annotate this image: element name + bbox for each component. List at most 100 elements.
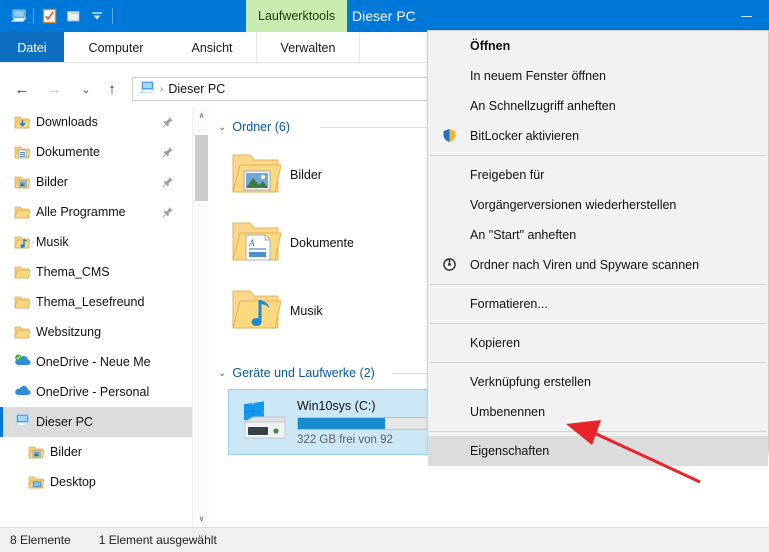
- chevron-down-icon[interactable]: ⌄: [218, 368, 226, 379]
- quick-access-toolbar: [6, 4, 116, 28]
- folder-name: Dokumente: [290, 236, 354, 250]
- menu-separator: [430, 155, 766, 156]
- sidebar-item-bilder[interactable]: Bilder: [0, 167, 192, 197]
- up-button[interactable]: ↑: [100, 78, 124, 100]
- this-pc-icon[interactable]: [6, 4, 30, 28]
- minimize-button[interactable]: [723, 0, 769, 32]
- menu-item-formatieren[interactable]: Formatieren...: [428, 289, 768, 319]
- drive-tile-c[interactable]: Win10sys (C:) 322 GB frei von 92: [228, 389, 443, 455]
- tab-datei[interactable]: Datei: [0, 32, 64, 63]
- pin-icon[interactable]: [162, 176, 174, 188]
- new-folder-icon[interactable]: [61, 4, 85, 28]
- menu-item-umbenennen[interactable]: Umbenennen: [428, 397, 768, 427]
- sidebar-item-onedrive-neue-me[interactable]: OneDrive - Neue Me: [0, 347, 192, 377]
- navigation-pane: Downloads Dokumente Bilder Alle Programme Mu…: [0, 107, 192, 527]
- group-header-geraete[interactable]: ⌄ Geräte und Laufwerke (2): [218, 363, 375, 383]
- group-header-ordner[interactable]: ⌄ Ordner (6): [218, 117, 290, 137]
- contextual-tab-label: Laufwerktools: [246, 0, 348, 32]
- sidebar-item-dokumente[interactable]: Dokumente: [0, 137, 192, 167]
- sidebar-item-label: Bilder: [36, 175, 68, 189]
- menu-item-kopieren[interactable]: Kopieren: [428, 328, 768, 358]
- group-divider: [320, 127, 440, 128]
- back-button[interactable]: ←: [10, 78, 34, 100]
- pictures-folder-icon: [28, 444, 45, 460]
- music-folder-icon: [228, 283, 284, 339]
- drive-usage-bar: [297, 416, 433, 430]
- sidebar-item-thema-cms[interactable]: Thema_CMS: [0, 257, 192, 287]
- sidebar-item-label: OneDrive - Neue Me: [36, 355, 151, 369]
- folder-tile-bilder[interactable]: Bilder: [210, 143, 425, 207]
- sidebar-item-label: Musik: [36, 235, 69, 249]
- sidebar-item-label: Thema_Lesefreund: [36, 295, 145, 309]
- menu-item-label: Verknüpfung erstellen: [470, 375, 591, 389]
- sidebar-item-label: Websitzung: [36, 325, 102, 339]
- sidebar-item-websitzung[interactable]: Websitzung: [0, 317, 192, 347]
- group-label: Ordner (6): [232, 120, 291, 134]
- drive-usage-fill: [298, 417, 386, 429]
- group-label: Geräte und Laufwerke (2): [232, 366, 375, 380]
- menu-item-an-schnellzugriff-anheften[interactable]: An Schnellzugriff anheften: [428, 91, 768, 121]
- sidebar-item-dieser-pc[interactable]: Dieser PC: [0, 407, 192, 437]
- sidebar-item-desktop[interactable]: Desktop: [0, 467, 192, 497]
- onedrive-icon: [14, 384, 31, 400]
- folder-icon: [14, 264, 31, 280]
- scroll-up-icon[interactable]: ∧: [193, 107, 210, 124]
- menu-item-freigeben-für[interactable]: Freigeben für: [428, 160, 768, 190]
- customize-dropdown-icon[interactable]: [85, 4, 109, 28]
- antivirus-icon: [442, 257, 458, 273]
- scroll-down-icon[interactable]: ∨: [193, 510, 210, 527]
- sidebar-scrollbar[interactable]: ∧ ∨: [192, 107, 209, 527]
- window-title: Dieser PC: [352, 8, 416, 24]
- chevron-down-icon[interactable]: ⌄: [218, 122, 226, 133]
- menu-item-label: In neuem Fenster öffnen: [470, 69, 606, 83]
- documents-folder-icon: A: [228, 215, 284, 271]
- menu-item-in-neuem-fenster-öffnen[interactable]: In neuem Fenster öffnen: [428, 61, 768, 91]
- folder-tile-musik[interactable]: Musik: [210, 279, 425, 343]
- scrollbar-thumb[interactable]: [195, 135, 208, 201]
- address-bar[interactable]: › Dieser PC: [132, 77, 432, 101]
- forward-button[interactable]: →: [42, 78, 66, 100]
- tab-verwalten[interactable]: Verwalten: [256, 32, 360, 63]
- menu-item-öffnen[interactable]: Öffnen: [428, 31, 768, 61]
- breadcrumb-separator: ›: [160, 83, 164, 95]
- drive-info: Win10sys (C:) 322 GB frei von 92: [297, 399, 435, 446]
- sidebar-item-downloads[interactable]: Downloads: [0, 107, 192, 137]
- desktop-folder-icon: [28, 474, 45, 490]
- folder-icon: [14, 204, 31, 220]
- menu-item-label: Ordner nach Viren und Spyware scannen: [470, 258, 700, 272]
- title-bar: Laufwerktools Dieser PC: [0, 0, 769, 32]
- menu-item-ordner-nach-viren-und-spyware-scannen[interactable]: Ordner nach Viren und Spyware scannen: [428, 250, 768, 280]
- sidebar-item-musik[interactable]: Musik: [0, 227, 192, 257]
- breadcrumb-this-pc[interactable]: Dieser PC: [168, 82, 225, 96]
- sidebar-item-alle-programme[interactable]: Alle Programme: [0, 197, 192, 227]
- menu-item-label: An "Start" anheften: [470, 228, 577, 242]
- menu-item-vorgängerversionen-wiederherstellen[interactable]: Vorgängerversionen wiederherstellen: [428, 190, 768, 220]
- menu-item-label: Eigenschaften: [470, 444, 550, 458]
- folder-name: Musik: [290, 304, 323, 318]
- menu-item-bitlocker-aktivieren[interactable]: BitLocker aktivieren: [428, 121, 768, 151]
- sidebar-item-bilder[interactable]: Bilder: [0, 437, 192, 467]
- menu-item-an-start-anheften[interactable]: An "Start" anheften: [428, 220, 768, 250]
- shield-icon: [442, 128, 458, 144]
- pin-icon[interactable]: [162, 206, 174, 218]
- menu-separator: [430, 431, 766, 432]
- menu-separator: [430, 323, 766, 324]
- toolbar-separator-2: [112, 8, 113, 24]
- sidebar-item-thema-lesefreund[interactable]: Thema_Lesefreund: [0, 287, 192, 317]
- tab-computer[interactable]: Computer: [64, 32, 168, 63]
- folder-tile-dokumente[interactable]: A Dokumente: [210, 211, 425, 275]
- menu-item-label: Freigeben für: [470, 168, 545, 182]
- sidebar-item-onedrive-personal[interactable]: OneDrive - Personal: [0, 377, 192, 407]
- menu-item-verknüpfung-erstellen[interactable]: Verknüpfung erstellen: [428, 367, 768, 397]
- this-pc-icon: [14, 414, 30, 430]
- menu-item-eigenschaften[interactable]: Eigenschaften: [428, 436, 768, 466]
- sidebar-item-label: Dokumente: [36, 145, 100, 159]
- pin-icon[interactable]: [162, 116, 174, 128]
- chevron-down-icon[interactable]: ⌄: [74, 78, 98, 100]
- downloads-folder-icon: [14, 114, 31, 130]
- tab-ansicht[interactable]: Ansicht: [168, 32, 256, 63]
- menu-item-label: Umbenennen: [470, 405, 546, 419]
- windows-drive-icon: [239, 398, 291, 446]
- properties-icon[interactable]: [37, 4, 61, 28]
- pin-icon[interactable]: [162, 146, 174, 158]
